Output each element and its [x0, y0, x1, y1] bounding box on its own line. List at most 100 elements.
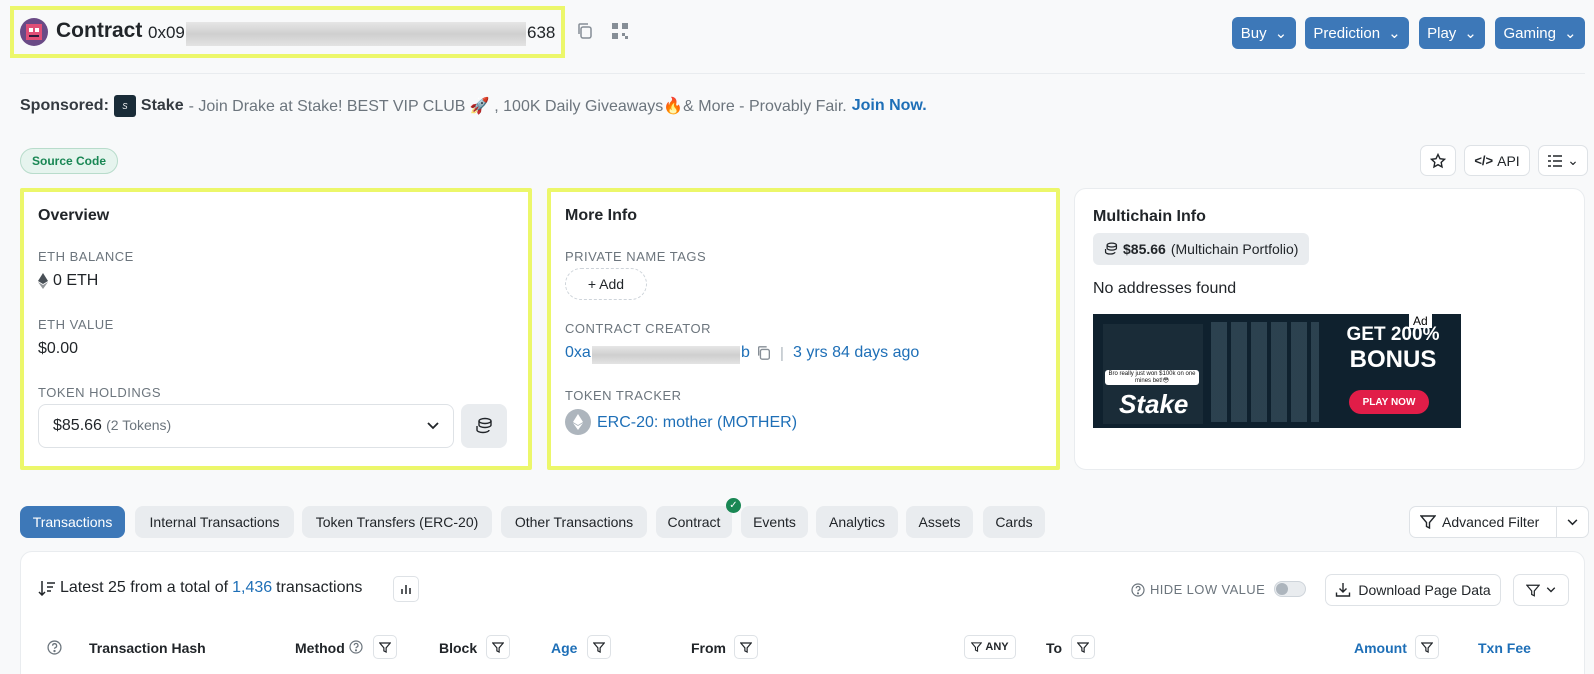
column-method: Method — [295, 640, 345, 656]
amount-filter-icon[interactable] — [1415, 635, 1439, 659]
chevron-down-icon: ⌄ — [1274, 25, 1288, 42]
download-icon — [1335, 582, 1351, 598]
gaming-button[interactable]: Gaming ⌄ — [1495, 17, 1585, 49]
page-title: Contract — [56, 19, 143, 42]
chevron-down-icon — [1546, 587, 1556, 593]
buy-button[interactable]: Buy ⌄ — [1232, 17, 1296, 49]
tab-token-transfers[interactable]: Token Transfers (ERC-20) — [302, 506, 492, 538]
header-divider — [20, 73, 1585, 74]
stake-advertisement[interactable]: Bro really just won $100k on one mines b… — [1093, 314, 1461, 428]
hide-low-value-label: HIDE LOW VALUE — [1150, 582, 1266, 597]
add-name-tag-button[interactable]: + Add — [565, 268, 647, 300]
tab-other-transactions[interactable]: Other Transactions — [501, 506, 647, 538]
eth-value: $0.00 — [38, 340, 79, 357]
more-options-button[interactable]: ⌄ — [1538, 145, 1588, 176]
redacted-address — [186, 22, 526, 46]
column-amount[interactable]: Amount — [1354, 640, 1407, 656]
tab-cards[interactable]: Cards — [983, 506, 1045, 538]
help-icon[interactable] — [349, 640, 363, 654]
to-filter-icon[interactable] — [1071, 635, 1095, 659]
age-filter-icon[interactable] — [587, 635, 611, 659]
filter-icon — [1526, 584, 1540, 597]
hide-low-value-toggle[interactable] — [1274, 581, 1306, 597]
toggle-knob — [1276, 583, 1288, 595]
redacted-creator-address — [592, 346, 740, 364]
column-filter-button[interactable] — [1513, 574, 1569, 606]
stake-logo-icon: S — [113, 95, 136, 117]
token-icon — [565, 409, 591, 435]
multichain-info-card: Multichain Info $85.66 (Multichain Portf… — [1074, 188, 1585, 470]
sponsored-banner: Sponsored: S Stake - Join Drake at Stake… — [20, 95, 927, 117]
token-portfolio-button[interactable] — [461, 404, 507, 448]
column-from: From — [691, 640, 726, 656]
portfolio-label: (Multichain Portfolio) — [1170, 241, 1299, 257]
tab-transactions[interactable]: Transactions — [20, 506, 125, 538]
chevron-down-icon: ⌄ — [1567, 152, 1579, 168]
separator: | — [780, 345, 784, 362]
method-filter-icon[interactable] — [373, 635, 397, 659]
more-info-card: More Info PRIVATE NAME TAGS + Add CONTRA… — [547, 188, 1060, 470]
prediction-button[interactable]: Prediction ⌄ — [1305, 17, 1409, 49]
column-block: Block — [439, 640, 478, 656]
advanced-filter-label: Advanced Filter — [1442, 514, 1540, 530]
chevron-down-icon: ⌄ — [1563, 25, 1577, 42]
filter-icon — [1420, 515, 1436, 529]
tab-internal-transactions[interactable]: Internal Transactions — [135, 506, 294, 538]
tab-contract[interactable]: Contract — [656, 506, 732, 538]
portfolio-value: $85.66 — [1123, 241, 1166, 257]
token-tracker-link[interactable]: ERC-20: mother (MOTHER) — [597, 414, 797, 432]
sponsor-prefix: Sponsored: — [20, 97, 109, 114]
copy-icon[interactable] — [576, 22, 594, 40]
code-icon: </> — [1474, 153, 1494, 168]
column-transaction-hash: Transaction Hash — [89, 640, 206, 656]
list-icon — [1547, 154, 1563, 168]
help-icon[interactable] — [47, 640, 62, 655]
column-txn-fee[interactable]: Txn Fee — [1478, 640, 1531, 656]
direction-any-label: ANY — [985, 641, 1009, 653]
transaction-count-link[interactable]: 1,436 — [232, 579, 272, 597]
transactions-panel — [20, 551, 1585, 674]
chevron-down-icon — [427, 422, 439, 430]
direction-filter-button[interactable]: ANY — [964, 635, 1016, 659]
download-page-data-button[interactable]: Download Page Data — [1325, 574, 1501, 606]
coins-icon — [475, 417, 493, 435]
contract-creator-label: CONTRACT CREATOR — [565, 321, 711, 336]
chevron-down-icon[interactable] — [1556, 507, 1588, 537]
ad-headline-2: BONUS — [1349, 346, 1437, 373]
creator-address-prefix[interactable]: 0xa — [565, 344, 591, 362]
filter-icon — [971, 642, 983, 652]
favorite-button[interactable] — [1420, 145, 1456, 176]
copy-icon[interactable] — [756, 345, 772, 361]
bar-chart-icon — [400, 583, 412, 595]
creation-age-link[interactable]: 3 yrs 84 days ago — [793, 344, 919, 362]
ad-headline: GET 200% — [1346, 324, 1440, 345]
multichain-title: Multichain Info — [1093, 208, 1206, 225]
summary-prefix: Latest 25 from a total of — [60, 579, 229, 596]
tab-assets[interactable]: Assets — [906, 506, 973, 538]
verified-check-icon: ✓ — [726, 498, 741, 513]
advanced-filter-button[interactable]: Advanced Filter — [1409, 506, 1589, 538]
play-button[interactable]: Play ⌄ — [1419, 17, 1485, 49]
token-holdings-label: TOKEN HOLDINGS — [38, 385, 162, 400]
private-name-tags-label: PRIVATE NAME TAGS — [565, 249, 707, 264]
chart-button[interactable] — [393, 576, 419, 602]
eth-balance: 0 ETH — [38, 272, 98, 290]
transactions-summary: Latest 25 from a total of 1,436 transact… — [38, 579, 362, 597]
token-tracker-label: TOKEN TRACKER — [565, 388, 682, 403]
join-now-link[interactable]: Join Now. — [852, 97, 927, 115]
column-age[interactable]: Age — [551, 640, 577, 656]
token-holdings-dropdown[interactable]: $85.66 (2 Tokens) — [38, 404, 454, 448]
token-count: (2 Tokens) — [106, 417, 172, 433]
from-filter-icon[interactable] — [734, 635, 758, 659]
tab-events[interactable]: Events — [741, 506, 808, 538]
creator-address-suffix[interactable]: b — [741, 344, 750, 362]
qr-code-icon[interactable] — [611, 22, 629, 40]
chevron-down-icon: ⌄ — [1388, 25, 1401, 42]
chevron-down-icon: ⌄ — [1464, 25, 1477, 42]
multichain-portfolio-button[interactable]: $85.66 (Multichain Portfolio) — [1093, 233, 1310, 265]
block-filter-icon[interactable] — [486, 635, 510, 659]
tab-analytics[interactable]: Analytics — [816, 506, 898, 538]
api-button[interactable]: </> API — [1464, 145, 1530, 176]
source-code-badge[interactable]: Source Code — [20, 148, 119, 174]
eth-value-label: ETH VALUE — [38, 317, 114, 332]
